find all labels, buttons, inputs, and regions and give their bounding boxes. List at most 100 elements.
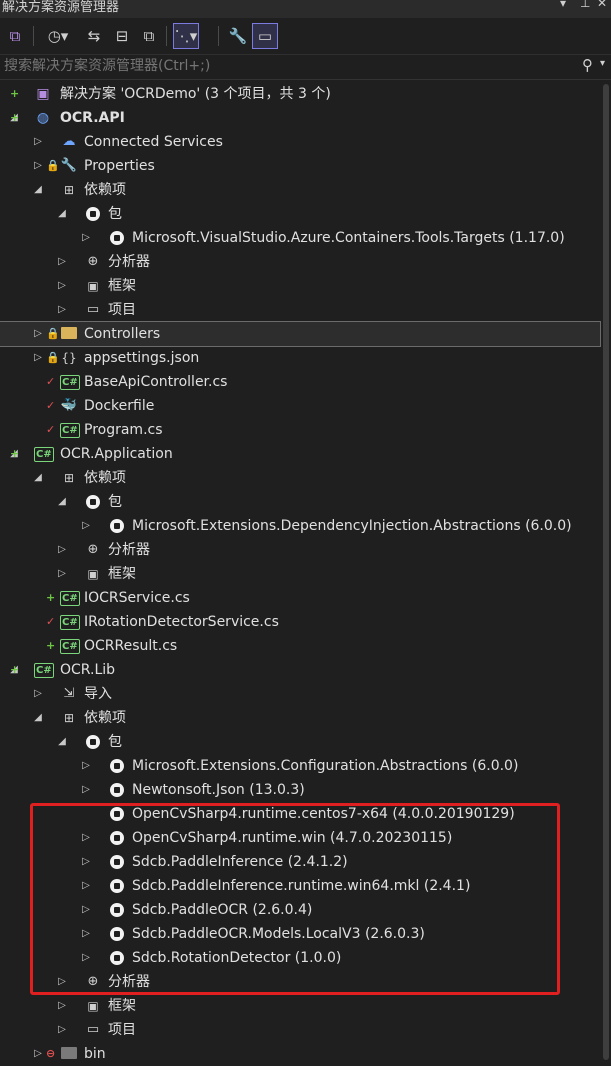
tree-item[interactable]: ✓ 🐳 Dockerfile <box>0 394 600 418</box>
search-input[interactable] <box>4 56 574 76</box>
expand-arrow-icon[interactable]: ▷ <box>80 826 92 850</box>
tree-item[interactable]: ▷ ▣ 框架 <box>0 994 600 1018</box>
expand-arrow-icon[interactable]: ▷ <box>32 682 44 706</box>
tree-item[interactable]: ▷ Sdcb.RotationDetector (1.0.0) <box>0 946 600 970</box>
tree-item[interactable]: ✓ C# IRotationDetectorService.cs <box>0 610 600 634</box>
search-icon[interactable]: ⚲ <box>582 56 593 74</box>
expand-arrow-icon[interactable]: ▷ <box>80 778 92 802</box>
expand-arrow-icon[interactable]: ▷ <box>32 130 44 154</box>
vs-switch-views-icon[interactable]: ⧉ <box>3 24 27 48</box>
collapse-arrow-icon[interactable]: ◢ <box>32 178 44 202</box>
expand-arrow-icon[interactable]: ▷ <box>32 346 44 370</box>
tree-item-label: 框架 <box>108 998 136 1014</box>
title-bar: 解决方案资源管理器 ▾ ⊥ ✕ <box>0 0 611 18</box>
tree-item[interactable]: ◢ 包 <box>0 490 600 514</box>
pkg-icon <box>108 877 126 895</box>
expand-arrow-icon[interactable]: ▷ <box>80 850 92 874</box>
tree-item[interactable]: ▷ Microsoft.Extensions.Configuration.Abst… <box>0 754 600 778</box>
expand-arrow-icon[interactable]: ▷ <box>80 946 92 970</box>
expand-arrow-icon[interactable]: ▷ <box>56 970 68 994</box>
tree-item[interactable]: OpenCvSharp4.runtime.centos7-x64 (4.0.0.… <box>0 802 600 826</box>
framework-icon: ▣ <box>87 567 99 581</box>
tree-item-label: 解决方案 'OCRDemo' (3 个项目，共 3 个) <box>60 86 331 102</box>
tree-item[interactable]: ▷ ⊕ 分析器 <box>0 538 600 562</box>
close-icon[interactable]: ✕ <box>597 0 607 10</box>
tree-item[interactable]: ▷ Newtonsoft.Json (13.0.3) <box>0 778 600 802</box>
tree-item[interactable]: ▷ ▣ 框架 <box>0 274 600 298</box>
expand-arrow-icon[interactable]: ▷ <box>56 274 68 298</box>
import-icon: ⇲ <box>63 686 75 701</box>
tree-item[interactable]: + ▣ 解决方案 'OCRDemo' (3 个项目，共 3 个) <box>0 82 600 106</box>
expand-arrow-icon[interactable]: ▷ <box>32 1042 44 1066</box>
tree-item[interactable]: ✓ C# Program.cs <box>0 418 600 442</box>
tree-item[interactable]: ◢ ⊞ 依赖项 <box>0 706 600 730</box>
tree-item[interactable]: ▷ OpenCvSharp4.runtime.win (4.7.0.2023011… <box>0 826 600 850</box>
tree-item[interactable]: ▷ ⊖ bin <box>0 1042 600 1066</box>
tree-item[interactable]: ▷ 🔒 🔧 Properties <box>0 154 600 178</box>
filter-icon[interactable]: ⋱▾ <box>173 23 199 49</box>
tree-item[interactable]: ◢ 包 <box>0 202 600 226</box>
search-options-icon[interactable]: ▾ <box>600 58 605 69</box>
properties-icon[interactable]: 🔧 <box>226 24 250 48</box>
expand-arrow-icon[interactable]: ▷ <box>56 562 68 586</box>
status-icon: + <box>10 111 20 124</box>
tree-item[interactable]: ▷ ▭ 项目 <box>0 298 600 322</box>
status-icon: + <box>10 447 20 460</box>
collapse-arrow-icon[interactable]: ◢ <box>32 706 44 730</box>
sync-icon[interactable]: ⇆ <box>82 24 106 48</box>
pkg-icon <box>84 205 102 223</box>
expand-arrow-icon[interactable]: ▷ <box>56 538 68 562</box>
tree-item[interactable]: ▷ Sdcb.PaddleInference (2.4.1.2) <box>0 850 600 874</box>
collapse-arrow-icon[interactable]: ◢ <box>32 466 44 490</box>
collapse-arrow-icon[interactable]: ◢ <box>56 490 68 514</box>
show-all-files-icon[interactable]: ⧉ <box>137 24 161 48</box>
preview-icon[interactable]: ▭ <box>252 23 278 49</box>
expand-arrow-icon[interactable]: ▷ <box>80 754 92 778</box>
tree-item[interactable]: ▷ ▭ 项目 <box>0 1018 600 1042</box>
tree-item[interactable]: ▷ Microsoft.Extensions.DependencyInjectio… <box>0 514 600 538</box>
tree-item[interactable]: ◢ + C# OCR.Application <box>0 442 600 466</box>
collapse-all-icon[interactable]: ⊟ <box>110 24 134 48</box>
collapse-arrow-icon[interactable]: ◢ <box>56 730 68 754</box>
vertical-scrollbar[interactable] <box>601 80 611 1061</box>
tree-item[interactable]: ◢ ⊞ 依赖项 <box>0 466 600 490</box>
expand-arrow-icon[interactable]: ▷ <box>56 298 68 322</box>
expand-arrow-icon[interactable]: ▷ <box>80 874 92 898</box>
tree-item[interactable]: ▷ Sdcb.PaddleInference.runtime.win64.mkl … <box>0 874 600 898</box>
tree-item[interactable]: ✓ C# BaseApiController.cs <box>0 370 600 394</box>
expand-arrow-icon[interactable]: ▷ <box>56 994 68 1018</box>
tree-item[interactable]: ◢ + ◍ OCR.API <box>0 106 600 130</box>
tree-item[interactable]: ▷ ☁ Connected Services <box>0 130 600 154</box>
expand-arrow-icon[interactable]: ▷ <box>56 1018 68 1042</box>
tree-item[interactable]: ◢ 包 <box>0 730 600 754</box>
tree-item-label: Sdcb.PaddleInference.runtime.win64.mkl (… <box>132 878 471 894</box>
collapse-arrow-icon[interactable]: ◢ <box>56 202 68 226</box>
tree-item[interactable]: ▷ 🔒{} appsettings.json <box>0 346 600 370</box>
tree-item-label: Controllers <box>84 326 161 342</box>
tree-item[interactable]: ◢ + C# OCR.Lib <box>0 658 600 682</box>
tree-item[interactable]: ▷ Microsoft.VisualStudio.Azure.Containers… <box>0 226 600 250</box>
tree-item[interactable]: ▷ ▣ 框架 <box>0 562 600 586</box>
dropdown-icon[interactable]: ▾ <box>560 0 566 10</box>
tree-item-label: Sdcb.PaddleInference (2.4.1.2) <box>132 854 348 870</box>
expand-arrow-icon[interactable]: ▷ <box>32 322 44 346</box>
expand-arrow-icon[interactable]: ▷ <box>80 922 92 946</box>
tree-item[interactable]: + C# OCRResult.cs <box>0 634 600 658</box>
tree-item[interactable]: ▷ Sdcb.PaddleOCR.Models.LocalV3 (2.6.0.3) <box>0 922 600 946</box>
tree-item[interactable]: ▷ ⊕ 分析器 <box>0 250 600 274</box>
tree-item[interactable]: + C# IOCRService.cs <box>0 586 600 610</box>
pin-icon[interactable]: ⊥ <box>580 0 590 10</box>
tree-item[interactable]: ▷ ⇲ 导入 <box>0 682 600 706</box>
expand-arrow-icon[interactable]: ▷ <box>80 514 92 538</box>
expand-arrow-icon[interactable]: ▷ <box>80 226 92 250</box>
tree-item[interactable]: ▷ ⊕ 分析器 <box>0 970 600 994</box>
expand-arrow-icon[interactable]: ▷ <box>56 250 68 274</box>
tree-item[interactable]: ▷ 🔒 Controllers <box>0 321 601 347</box>
tree-item[interactable]: ▷ Sdcb.PaddleOCR (2.6.0.4) <box>0 898 600 922</box>
expand-arrow-icon[interactable]: ▷ <box>32 154 44 178</box>
connected-icon: ☁ <box>62 134 76 149</box>
tree-item[interactable]: ◢ ⊞ 依赖项 <box>0 178 600 202</box>
history-icon[interactable]: ◷▾ <box>40 24 76 48</box>
expand-arrow-icon[interactable]: ▷ <box>80 898 92 922</box>
scrollbar-thumb[interactable] <box>603 84 609 1060</box>
